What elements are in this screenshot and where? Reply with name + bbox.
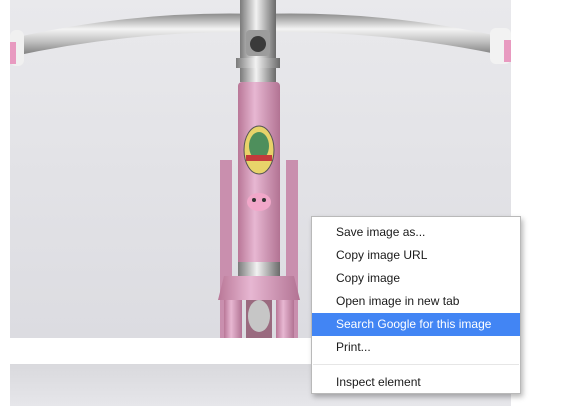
menu-separator (313, 364, 519, 365)
menu-item-open-image-in-new-tab[interactable]: Open image in new tab (312, 290, 520, 313)
menu-item-save-image-as[interactable]: Save image as... (312, 221, 520, 244)
menu-item-search-google-for-image[interactable]: Search Google for this image (312, 313, 520, 336)
menu-item-copy-image[interactable]: Copy image (312, 267, 520, 290)
context-menu: Save image as... Copy image URL Copy ima… (311, 216, 521, 394)
menu-item-print[interactable]: Print... (312, 336, 520, 359)
menu-item-copy-image-url[interactable]: Copy image URL (312, 244, 520, 267)
menu-item-inspect-element[interactable]: Inspect element (312, 371, 520, 394)
